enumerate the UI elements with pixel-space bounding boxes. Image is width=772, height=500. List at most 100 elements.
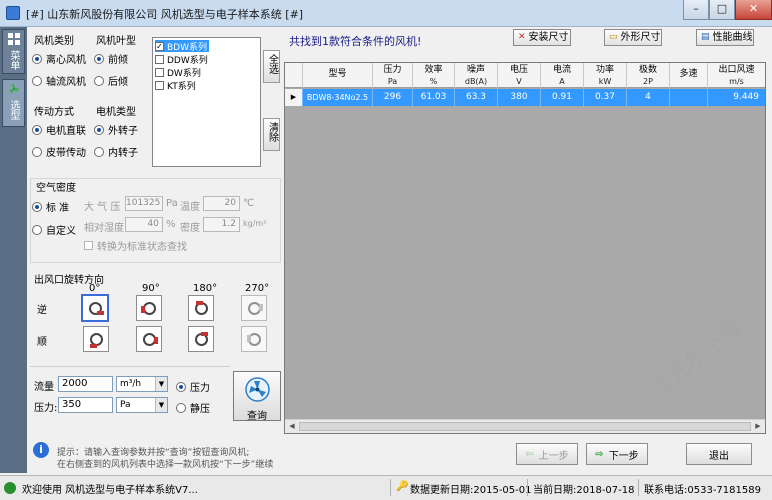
minimize-button[interactable]: – bbox=[683, 0, 709, 20]
next-step-button[interactable]: ⇨ 下一步 bbox=[586, 443, 648, 465]
outlet-ccw-90-icon[interactable] bbox=[136, 295, 162, 321]
flow-input[interactable]: 2000 bbox=[58, 376, 113, 392]
fan-type-axial-radio[interactable]: 轴流风机 bbox=[32, 73, 86, 88]
radio-indicator bbox=[32, 124, 42, 135]
density-field[interactable]: 1.2 bbox=[203, 217, 240, 232]
static-pressure-radio[interactable]: 静压 bbox=[176, 400, 210, 415]
humidity-unit: % bbox=[166, 219, 176, 230]
column-unit: A bbox=[559, 77, 565, 86]
series-item-bdw[interactable]: ✓ BDW系列 bbox=[155, 40, 210, 53]
density-standard-radio[interactable]: 标 准 bbox=[32, 199, 69, 214]
air-density-title: 空气密度 bbox=[34, 179, 78, 194]
series-item-ddw[interactable]: DDW系列 bbox=[155, 53, 210, 66]
motor-inner-rotor-radio[interactable]: 内转子 bbox=[94, 144, 138, 159]
column-name: 出口风速 bbox=[718, 65, 755, 75]
status-welcome: 欢迎使用 风机选型与电子样本系统V7... bbox=[22, 485, 198, 496]
motor-outer-rotor-radio[interactable]: 外转子 bbox=[94, 122, 138, 137]
close-button[interactable]: ✕ bbox=[735, 0, 772, 20]
outlet-cw-90-icon[interactable] bbox=[136, 326, 162, 352]
checkbox[interactable]: ✓ bbox=[155, 41, 164, 51]
sidebar-tab-select[interactable]: 选型 bbox=[2, 79, 25, 127]
temp-label: 温度 bbox=[180, 202, 200, 213]
outlet-ccw-270-icon[interactable] bbox=[241, 295, 267, 321]
table-cell bbox=[670, 89, 708, 106]
exit-button[interactable]: 退出 bbox=[686, 443, 752, 465]
series-listbox[interactable]: ✓ BDW系列 DDW系列 DW系列 KT系列 bbox=[152, 37, 261, 167]
maximize-button[interactable]: □ bbox=[709, 0, 735, 20]
scroll-left-icon[interactable]: ◀ bbox=[286, 421, 298, 432]
radio-label: 皮带传动 bbox=[46, 148, 86, 159]
prev-step-button[interactable]: ⇦ 上一步 bbox=[516, 443, 578, 465]
outlet-cw-0-icon[interactable] bbox=[83, 326, 109, 352]
select-all-button[interactable]: 全选 bbox=[263, 50, 280, 83]
flow-unit-select[interactable]: m³/h ▼ bbox=[116, 376, 168, 392]
grid-icon bbox=[8, 33, 20, 45]
performance-curve-button[interactable]: ▤ 性能曲线 bbox=[696, 29, 754, 46]
temp-field[interactable]: 20 bbox=[203, 196, 240, 211]
column-header[interactable]: 极数 2P bbox=[627, 63, 670, 88]
series-label: DW系列 bbox=[167, 68, 201, 79]
scroll-thumb[interactable] bbox=[299, 422, 751, 431]
outlet-cw-180-icon[interactable] bbox=[188, 326, 214, 352]
column-header[interactable]: 出口风速 m/s bbox=[708, 63, 765, 88]
angle-0-label: 0° bbox=[89, 283, 101, 294]
column-header[interactable]: 压力 Pa bbox=[373, 63, 413, 88]
fan-type-centrifugal-radio[interactable]: 离心风机 bbox=[32, 51, 86, 66]
outline-size-button[interactable]: ▭ 外形尺寸 bbox=[604, 29, 662, 46]
pressure-unit-select[interactable]: Pa ▼ bbox=[116, 397, 168, 413]
table-cell: 380 bbox=[498, 89, 541, 106]
button-label: 退出 bbox=[709, 450, 729, 462]
humidity-field[interactable]: 40 bbox=[125, 217, 163, 232]
clear-button[interactable]: 清除 bbox=[263, 118, 280, 151]
outlet-ccw-0-icon[interactable] bbox=[81, 294, 109, 322]
clear-label: 清除 bbox=[266, 122, 278, 142]
outlet-cw-270-icon[interactable] bbox=[241, 326, 267, 352]
series-item-kt[interactable]: KT系列 bbox=[155, 79, 198, 92]
divider bbox=[390, 479, 391, 496]
column-header[interactable]: 型号 bbox=[303, 63, 373, 88]
blade-forward-radio[interactable]: 前倾 bbox=[94, 51, 128, 66]
horizontal-scrollbar[interactable]: ◀ ▶ bbox=[285, 419, 765, 433]
drive-direct-radio[interactable]: 电机直联 bbox=[32, 122, 86, 137]
status-ok-icon bbox=[4, 482, 16, 494]
shape-icon: ▭ bbox=[609, 32, 618, 42]
column-header[interactable]: 功率 kW bbox=[584, 63, 627, 88]
arrow-icon bbox=[259, 304, 263, 311]
column-name: 效率 bbox=[424, 65, 443, 75]
series-label: KT系列 bbox=[167, 81, 196, 92]
density-custom-radio[interactable]: 自定义 bbox=[32, 222, 76, 237]
drive-belt-radio[interactable]: 皮带传动 bbox=[32, 144, 86, 159]
radio-indicator bbox=[94, 146, 104, 157]
blade-backward-radio[interactable]: 后倾 bbox=[94, 73, 128, 88]
motor-title: 电机类型 bbox=[96, 107, 136, 118]
query-button[interactable]: 查询 bbox=[233, 371, 281, 422]
table-cell: 61.03 bbox=[413, 89, 455, 106]
button-label: 上一步 bbox=[538, 450, 569, 462]
convert-standard-checkbox[interactable]: 转换为标准状态查找 bbox=[84, 238, 187, 253]
sidebar-tab-menu[interactable]: 菜单 bbox=[2, 29, 25, 74]
checkbox[interactable] bbox=[155, 80, 164, 90]
checkbox[interactable] bbox=[155, 67, 164, 77]
outlet-ccw-180-icon[interactable] bbox=[188, 295, 214, 321]
table-row[interactable]: ▶ BDW8-34No2.5 296 61.03 63.3 380 0.91 0… bbox=[285, 89, 765, 106]
radio-indicator bbox=[32, 75, 42, 86]
table-cell: 0.91 bbox=[541, 89, 584, 106]
radio-label: 内转子 bbox=[108, 148, 138, 159]
scroll-right-icon[interactable]: ▶ bbox=[752, 421, 764, 432]
checkbox[interactable] bbox=[155, 54, 164, 64]
column-header[interactable]: 效率% bbox=[413, 63, 455, 88]
column-header[interactable]: 电流 A bbox=[541, 63, 584, 88]
column-header[interactable]: 噪声 dB(A) bbox=[455, 63, 498, 88]
pressure-input[interactable]: 350 bbox=[58, 397, 113, 413]
column-name: 极数 bbox=[638, 65, 657, 75]
column-header[interactable]: 电压 V bbox=[498, 63, 541, 88]
install-size-button[interactable]: ✕ 安装尺寸 bbox=[513, 29, 571, 46]
column-header[interactable]: 多速 bbox=[670, 63, 708, 88]
pressure-label: 大 气 压 bbox=[84, 202, 121, 213]
pressure-field[interactable]: 101325 bbox=[125, 196, 163, 211]
arrow-left-icon: ⇦ bbox=[525, 448, 534, 460]
angle-270-label: 270° bbox=[245, 283, 270, 294]
arrow-icon bbox=[141, 306, 145, 313]
series-item-dw[interactable]: DW系列 bbox=[155, 66, 203, 79]
total-pressure-radio[interactable]: 压力 bbox=[176, 379, 210, 394]
